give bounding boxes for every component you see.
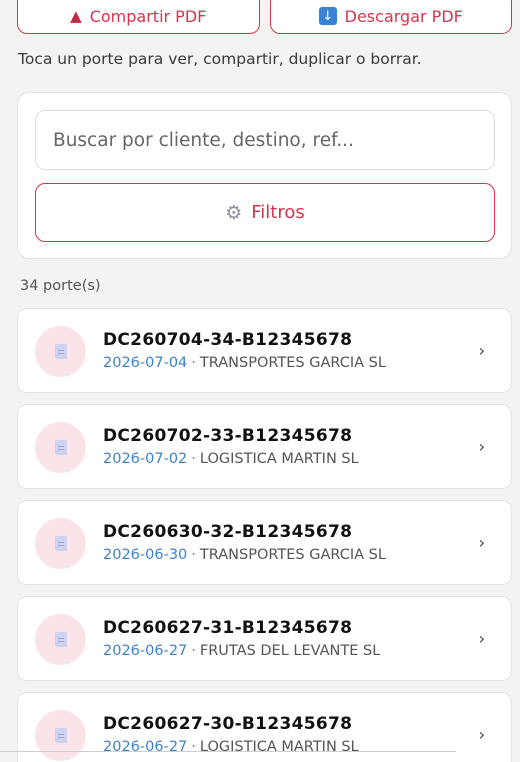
item-client: TRANSPORTES GARCIA SL	[199, 355, 386, 371]
list-item[interactable]: DC260702-33-B12345678 2026-07-02 · LOGISTI…	[17, 404, 512, 489]
item-ref: DC260702-33-B12345678	[103, 426, 353, 446]
item-client: FRUTAS DEL LEVANTE SL	[199, 643, 381, 659]
item-meta: 2026-07-04 · TRANSPORTES GARCIA SL	[103, 355, 386, 371]
document-icon	[35, 326, 86, 377]
chevron-right-icon: ›	[478, 629, 485, 648]
document-icon	[35, 518, 86, 569]
bottom-divider	[0, 751, 456, 752]
chevron-right-icon: ›	[478, 437, 485, 456]
document-icon	[35, 710, 86, 761]
item-separator: ·	[191, 643, 196, 659]
download-pdf-button[interactable]: ↓ Descargar PDF	[269, 0, 512, 34]
item-meta: 2026-06-27 · FRUTAS DEL LEVANTE SL	[103, 643, 380, 659]
item-meta: 2026-06-27 · LOGISTICA MARTIN SL	[103, 739, 359, 755]
item-date: 2026-06-27	[103, 739, 188, 755]
filters-label: Filtros	[251, 202, 305, 223]
list-item[interactable]: DC260630-32-B12345678 2026-06-30 · TRANSPO…	[17, 500, 512, 585]
chevron-right-icon: ›	[478, 725, 485, 744]
item-ref: DC260630-32-B12345678	[103, 522, 353, 542]
chevron-right-icon: ›	[478, 533, 485, 552]
share-icon: ▲	[70, 7, 82, 25]
chevron-right-icon: ›	[478, 341, 485, 360]
item-meta: 2026-06-30 · TRANSPORTES GARCIA SL	[103, 547, 386, 563]
document-icon	[35, 614, 86, 665]
item-date: 2026-07-04	[103, 355, 188, 371]
item-meta: 2026-07-02 · LOGISTICA MARTIN SL	[103, 451, 359, 467]
results-count: 34 porte(s)	[20, 278, 101, 294]
item-date: 2026-06-30	[103, 547, 188, 563]
list-item[interactable]: DC260627-31-B12345678 2026-06-27 · FRUTAS …	[17, 596, 512, 681]
item-ref: DC260627-30-B12345678	[103, 714, 353, 734]
download-pdf-label: Descargar PDF	[344, 6, 463, 26]
list-item[interactable]: DC260704-34-B12345678 2026-07-04 · TRANSPO…	[17, 308, 512, 393]
gear-icon: ⚙	[225, 201, 243, 224]
document-icon	[35, 422, 86, 473]
item-separator: ·	[191, 739, 196, 755]
item-date: 2026-07-02	[103, 451, 188, 467]
share-pdf-label: Compartir PDF	[89, 6, 207, 26]
download-icon: ↓	[318, 7, 337, 25]
share-pdf-button[interactable]: ▲ Compartir PDF	[17, 0, 260, 34]
filters-button[interactable]: ⚙ Filtros	[35, 183, 495, 242]
item-ref: DC260704-34-B12345678	[103, 330, 353, 350]
hint-text: Toca un porte para ver, compartir, dupli…	[18, 50, 422, 68]
item-date: 2026-06-27	[103, 643, 188, 659]
search-card: ⚙ Filtros	[17, 92, 512, 259]
porte-list: DC260704-34-B12345678 2026-07-04 · TRANSPO…	[17, 308, 512, 762]
item-ref: DC260627-31-B12345678	[103, 618, 353, 638]
search-input[interactable]	[35, 110, 495, 170]
item-separator: ·	[191, 355, 196, 371]
top-actions: ▲ Compartir PDF ↓ Descargar PDF	[17, 0, 512, 34]
item-client: TRANSPORTES GARCIA SL	[199, 547, 386, 563]
item-client: LOGISTICA MARTIN SL	[199, 451, 359, 467]
item-client: LOGISTICA MARTIN SL	[199, 739, 359, 755]
item-separator: ·	[191, 451, 196, 467]
item-separator: ·	[191, 547, 196, 563]
